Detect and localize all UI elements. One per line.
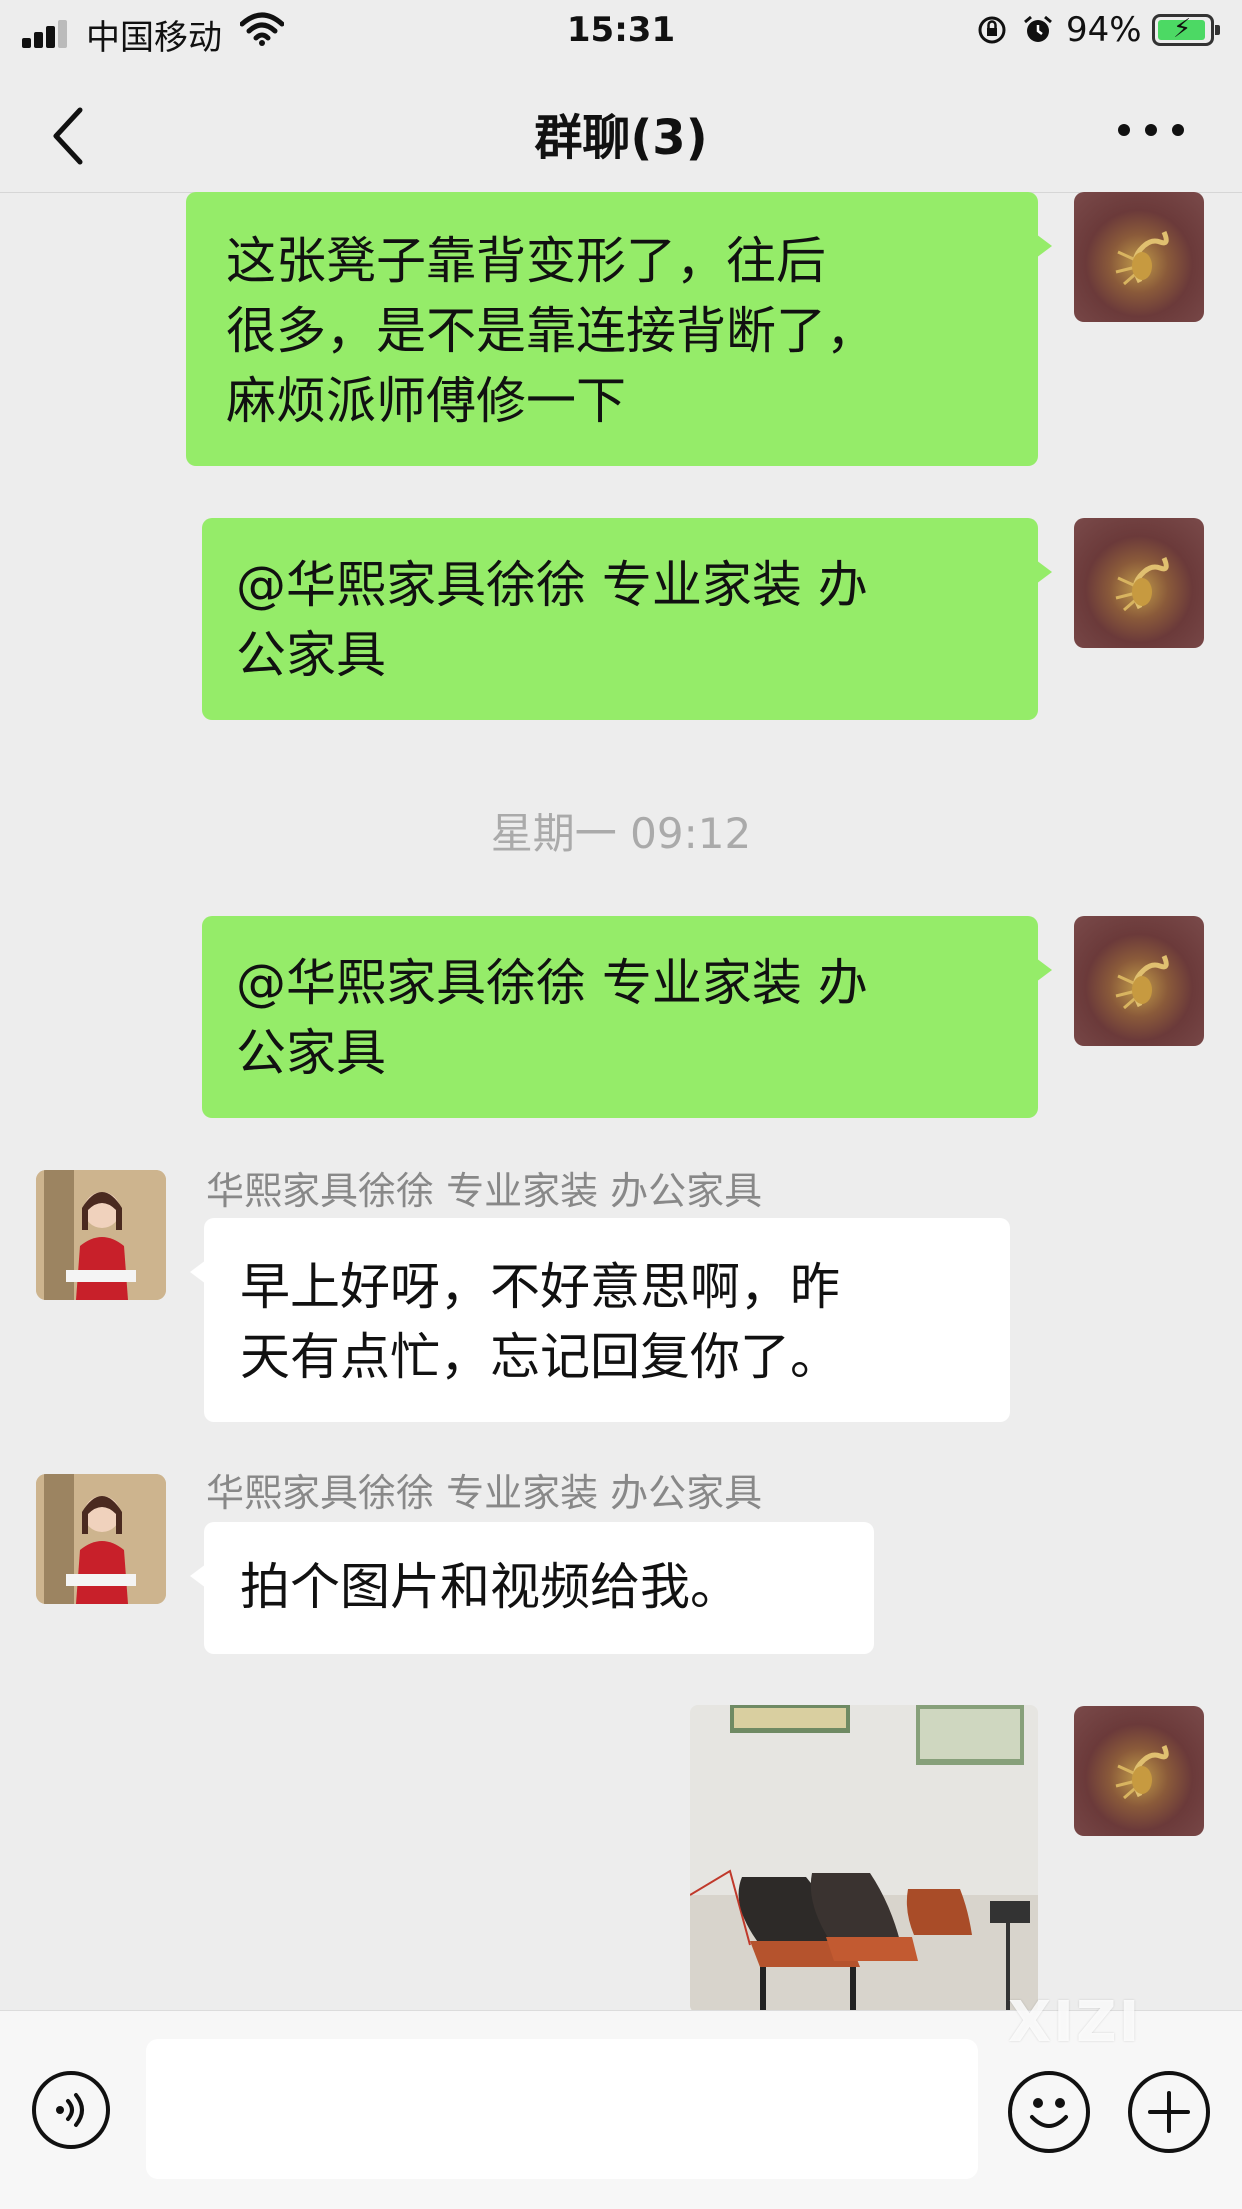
message-bubble-received[interactable]: 早上好呀，不好意思啊，昨 天有点忙，忘记回复你了。 <box>190 1218 1010 1422</box>
chat-header: 群聊(3) <box>0 64 1242 193</box>
my-avatar[interactable] <box>1074 192 1204 322</box>
orientation-lock-icon <box>978 16 1006 44</box>
message-bubble-sent[interactable]: @华熙家具徐徐 专业家装 办 公家具 <box>202 518 1052 720</box>
emoji-icon[interactable] <box>1008 2071 1090 2153</box>
status-bar: 中国移动 15:31 94% ⚡ <box>0 0 1242 64</box>
battery-percent: 94% <box>1066 10 1142 50</box>
watermark-logo: XIZI <box>1008 1990 1142 2055</box>
message-timestamp: 星期一 09:12 <box>490 809 752 858</box>
scorpion-avatar-icon <box>1115 955 1169 1010</box>
sender-name: 华熙家具徐徐 专业家装 办公家具 <box>206 1471 763 1515</box>
contact-avatar[interactable] <box>36 1474 166 1604</box>
battery-charging-icon: ⚡ <box>1152 14 1220 46</box>
alarm-icon <box>1024 15 1052 42</box>
message-bubble-received[interactable]: 拍个图片和视频给我。 <box>190 1522 874 1654</box>
scorpion-avatar-icon <box>1115 1745 1169 1800</box>
person-photo-icon <box>36 1474 166 1604</box>
more-dots-icon[interactable] <box>1118 120 1184 140</box>
contact-avatar[interactable] <box>36 1170 166 1300</box>
my-avatar[interactable] <box>1074 1706 1204 1836</box>
plus-icon[interactable] <box>1128 2071 1210 2153</box>
clock: 15:31 <box>566 10 676 50</box>
message-bubble-sent[interactable]: @华熙家具徐徐 专业家装 办 公家具 <box>202 916 1052 1118</box>
voice-icon[interactable] <box>32 2071 110 2149</box>
my-avatar[interactable] <box>1074 916 1204 1046</box>
person-photo-icon <box>36 1170 166 1300</box>
my-avatar[interactable] <box>1074 518 1204 648</box>
chair-photo-image <box>690 1705 1038 2013</box>
sender-name: 华熙家具徐徐 专业家装 办公家具 <box>206 1169 763 1213</box>
scorpion-avatar-icon <box>1115 231 1169 286</box>
chat-title: 群聊(3) <box>534 110 708 166</box>
message-bubble-sent[interactable]: 这张凳子靠背变形了，往后 很多，是不是靠连接背断了， 麻烦派师傅修一下 <box>186 192 1052 466</box>
scorpion-avatar-icon <box>1115 557 1169 612</box>
chair-photo[interactable] <box>690 1705 1038 2013</box>
message-input[interactable] <box>146 2039 978 2179</box>
